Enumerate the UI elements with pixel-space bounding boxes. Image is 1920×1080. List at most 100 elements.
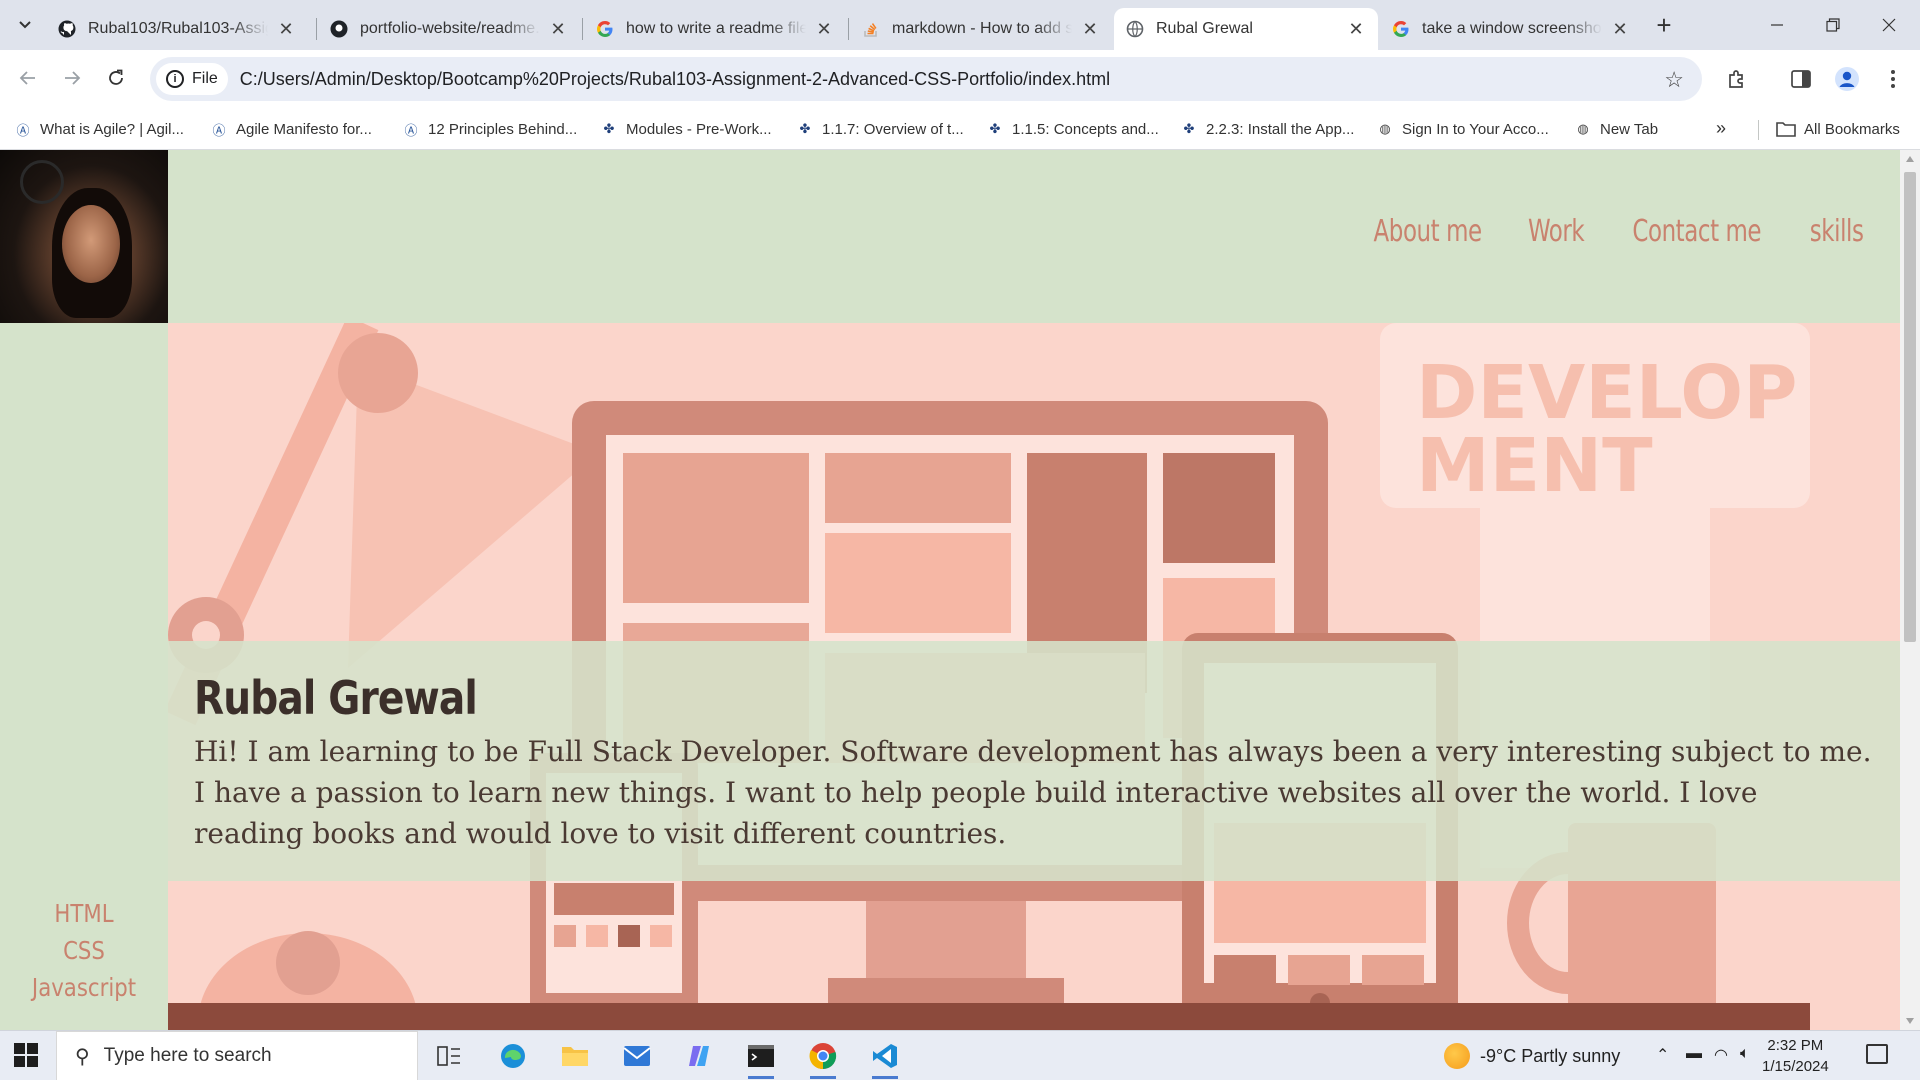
tab-title: Rubal Grewal bbox=[1156, 20, 1253, 37]
browser-tab[interactable]: how to write a readme file ✕ bbox=[584, 8, 846, 50]
nav-about-me-link[interactable]: About me bbox=[1373, 214, 1482, 249]
back-arrow-icon bbox=[19, 71, 35, 85]
skill-item: CSS bbox=[63, 936, 105, 965]
scroll-down-arrow-icon[interactable] bbox=[1906, 1018, 1914, 1024]
bookmark-item[interactable]: Ⓐ What is Agile? | Agil... bbox=[14, 116, 183, 142]
bookmark-item[interactable]: ◍ New Tab bbox=[1574, 116, 1658, 142]
tab-title: how to write a readme file bbox=[626, 20, 806, 37]
weather-widget[interactable]: -9°C Partly sunny bbox=[1444, 1043, 1620, 1069]
close-icon bbox=[1882, 18, 1896, 32]
scrollbar-thumb[interactable] bbox=[1904, 172, 1916, 642]
copilot-icon[interactable] bbox=[682, 1039, 716, 1073]
address-bar[interactable]: i File C:/Users/Admin/Desktop/Bootcamp%2… bbox=[150, 57, 1702, 101]
notification-center-icon[interactable] bbox=[1866, 1044, 1888, 1064]
tablet-tile bbox=[1362, 955, 1424, 985]
atlassian-icon: Ⓐ bbox=[16, 122, 30, 138]
close-icon[interactable]: ✕ bbox=[1346, 19, 1366, 40]
browser-tab[interactable]: markdown - How to add screenshot ✕ bbox=[850, 8, 1112, 50]
browser-tab[interactable]: portfolio-website/readme.md ✕ bbox=[318, 8, 580, 50]
globe-icon: ◍ bbox=[1577, 121, 1589, 136]
browser-tab-active[interactable]: Rubal Grewal ✕ bbox=[1114, 8, 1378, 50]
monitor-tile bbox=[1163, 453, 1275, 563]
bookmark-item[interactable]: Ⓐ Agile Manifesto for... bbox=[210, 116, 371, 142]
chrome-icon[interactable] bbox=[806, 1039, 840, 1079]
skill-item: Javascript bbox=[31, 973, 137, 1002]
restore-button[interactable] bbox=[1806, 8, 1860, 42]
globe-icon bbox=[1126, 20, 1144, 38]
windows-start-icon[interactable] bbox=[14, 1043, 38, 1067]
phone-tile bbox=[586, 925, 608, 947]
tab-title: markdown - How to add screenshot bbox=[892, 20, 1072, 37]
battery-icon[interactable]: ▬ bbox=[1686, 1045, 1702, 1063]
close-icon[interactable]: ✕ bbox=[276, 19, 296, 40]
photo-face bbox=[62, 205, 120, 283]
partly-sunny-icon bbox=[1444, 1043, 1470, 1069]
all-bookmarks-button[interactable]: All Bookmarks bbox=[1776, 116, 1900, 142]
wifi-icon[interactable]: ◠ bbox=[1714, 1045, 1728, 1065]
menu-kebab-icon[interactable] bbox=[1878, 64, 1908, 94]
page-scrollbar[interactable] bbox=[1900, 150, 1920, 1030]
task-view-icon[interactable] bbox=[432, 1039, 466, 1073]
system-clock[interactable]: 2:32 PM 1/15/2024 bbox=[1762, 1035, 1829, 1077]
tablet-tile bbox=[1288, 955, 1350, 985]
tree-icon: ✤ bbox=[1183, 121, 1195, 136]
close-window-button[interactable] bbox=[1862, 8, 1916, 42]
mug-handle bbox=[1507, 852, 1569, 994]
bookmark-label: 1.1.5: Concepts and... bbox=[1012, 120, 1159, 138]
more-bookmarks-icon[interactable]: » bbox=[1716, 118, 1726, 139]
file-explorer-icon[interactable] bbox=[558, 1039, 592, 1073]
extensions-icon[interactable] bbox=[1722, 64, 1752, 94]
site-info-chip[interactable]: i File bbox=[156, 63, 228, 95]
close-icon[interactable]: ✕ bbox=[1610, 19, 1630, 40]
close-icon[interactable]: ✕ bbox=[814, 19, 834, 40]
bookmark-item[interactable]: ✤ Modules - Pre-Work... bbox=[600, 116, 772, 142]
lamp-base-knob bbox=[276, 931, 340, 995]
tablet-tile bbox=[1214, 955, 1276, 985]
bookmark-item[interactable]: ✤ 1.1.7: Overview of t... bbox=[796, 116, 964, 142]
vscode-icon[interactable] bbox=[868, 1039, 902, 1079]
monitor-tile bbox=[623, 453, 809, 603]
url-text[interactable]: C:/Users/Admin/Desktop/Bootcamp%20Projec… bbox=[240, 69, 1110, 90]
bookmark-label: New Tab bbox=[1600, 120, 1659, 138]
browser-toolbar: i File C:/Users/Admin/Desktop/Bootcamp%2… bbox=[0, 50, 1920, 108]
bookmark-item[interactable]: ✤ 1.1.5: Concepts and... bbox=[986, 116, 1159, 142]
nav-contact-me-link[interactable]: Contact me bbox=[1633, 214, 1762, 249]
tray-chevron-up-icon[interactable]: ⌃ bbox=[1656, 1045, 1669, 1065]
speaker-icon[interactable]: 🔈︎ bbox=[1740, 1045, 1750, 1063]
back-button[interactable] bbox=[10, 60, 46, 96]
globe-icon: ◍ bbox=[1379, 121, 1391, 136]
bookmark-star-icon[interactable]: ☆ bbox=[1664, 67, 1684, 93]
minimize-button[interactable] bbox=[1750, 8, 1804, 42]
reload-button[interactable] bbox=[98, 60, 134, 96]
new-tab-button[interactable]: + bbox=[1650, 12, 1678, 40]
reload-icon bbox=[109, 69, 123, 85]
bookmark-item[interactable]: ◍ Sign In to Your Acco... bbox=[1376, 116, 1549, 142]
taskbar-search-placeholder: Type here to search bbox=[103, 1045, 272, 1066]
browser-tab[interactable]: take a window screenshot ✕ bbox=[1380, 8, 1642, 50]
browser-tab[interactable]: Rubal103/Rubal103-Assignment-2 ✕ bbox=[46, 8, 308, 50]
folder-icon bbox=[1776, 122, 1796, 137]
about-me-section: Rubal Grewal Hi! I am learning to be Ful… bbox=[168, 641, 1900, 881]
side-panel-icon[interactable] bbox=[1786, 64, 1816, 94]
scroll-up-arrow-icon[interactable] bbox=[1906, 156, 1914, 162]
profile-avatar-icon[interactable] bbox=[1832, 64, 1862, 94]
terminal-icon[interactable] bbox=[744, 1039, 778, 1079]
mail-icon[interactable] bbox=[620, 1039, 654, 1073]
minimize-icon bbox=[1771, 24, 1783, 26]
bookmark-item[interactable]: ✤ 2.2.3: Install the App... bbox=[1180, 116, 1355, 142]
tab-search-button[interactable] bbox=[10, 10, 40, 40]
info-icon: i bbox=[166, 70, 184, 88]
nav-work-link[interactable]: Work bbox=[1528, 214, 1585, 249]
taskbar-search-box[interactable]: ⚲ Type here to search bbox=[56, 1031, 418, 1080]
windows-taskbar: ⚲ Type here to search -9°C Partly sunny … bbox=[0, 1030, 1920, 1080]
bookmark-item[interactable]: Ⓐ 12 Principles Behind... bbox=[402, 116, 577, 142]
close-icon[interactable]: ✕ bbox=[1080, 19, 1100, 40]
bookmark-label: Sign In to Your Acco... bbox=[1402, 120, 1549, 138]
tab-title: portfolio-website/readme.md bbox=[360, 20, 540, 37]
nav-skills-link[interactable]: skills bbox=[1809, 214, 1863, 249]
clock-time: 2:32 PM bbox=[1767, 1037, 1824, 1054]
forward-button[interactable] bbox=[54, 60, 90, 96]
page-viewport: About me Work Contact me skills DEVELOP … bbox=[0, 150, 1900, 1030]
edge-browser-icon[interactable] bbox=[496, 1039, 530, 1073]
close-icon[interactable]: ✕ bbox=[548, 19, 568, 40]
